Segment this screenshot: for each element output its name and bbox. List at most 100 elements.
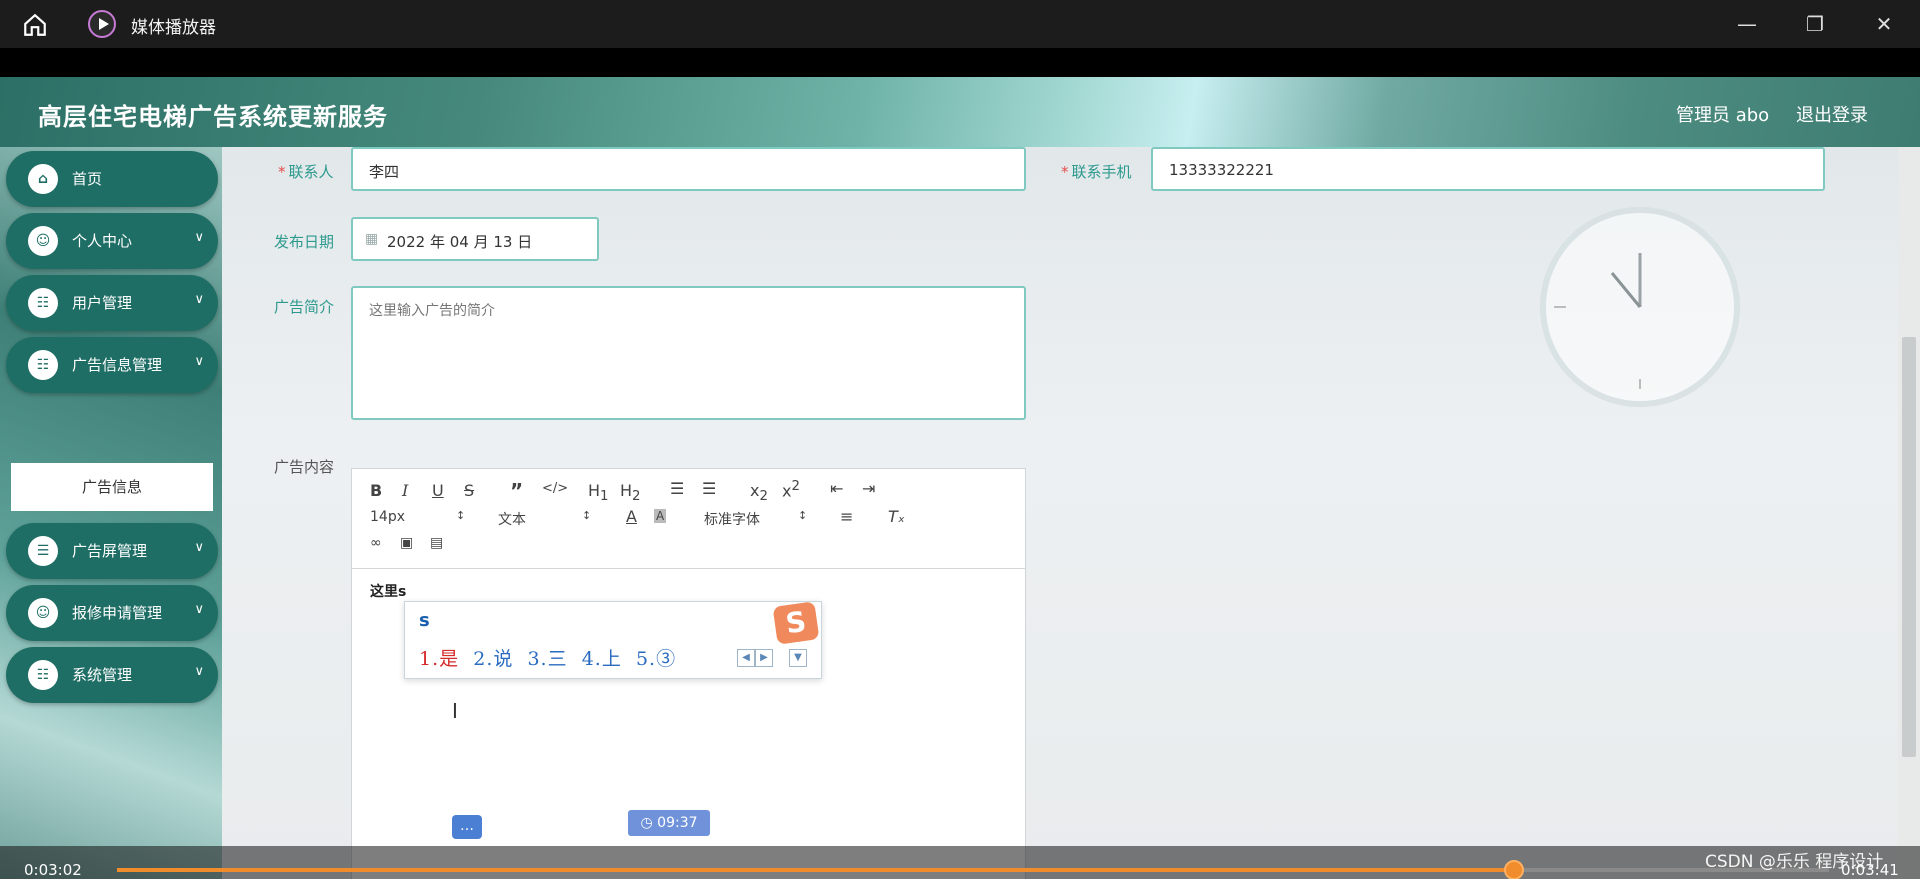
text-color-icon[interactable]: A: [626, 507, 637, 526]
chevron-down-icon: ∨: [194, 230, 204, 245]
text-cursor-icon: I: [452, 699, 458, 723]
clock-icon: ◷: [640, 815, 653, 831]
close-button[interactable]: ✕: [1870, 10, 1898, 38]
font-family-select[interactable]: 标准字体: [704, 509, 760, 529]
outdent-icon[interactable]: ⇤: [830, 479, 843, 498]
text-style-select[interactable]: 文本: [498, 509, 526, 529]
grid-icon: ☷: [28, 660, 58, 690]
ime-composition: s: [419, 610, 430, 631]
ime-candidate[interactable]: 1.是: [419, 648, 459, 670]
video-frame: 高层住宅电梯广告系统更新服务 管理员 abo 退出登录 ⌂ 首页 ☺ 个人中心 …: [0, 77, 1920, 879]
chevron-down-icon: ∨: [194, 602, 204, 617]
chevron-down-icon: ∨: [194, 292, 204, 307]
sidebar: ⌂ 首页 ☺ 个人中心 ∨ ☷ 用户管理 ∨ ☷ 广告信息管理 ∨ 广告信息 ☰…: [0, 147, 222, 879]
sidebar-item-label: 首页: [72, 170, 103, 188]
sidebar-item-label: 广告屏管理: [72, 542, 148, 560]
ime-candidate-window: s S 1.是 2.说 3.三 4.上 5.③ ◀ ▶ ▼: [404, 601, 822, 679]
sidebar-subitem-ad-info[interactable]: 广告信息: [11, 463, 213, 511]
date-value: 2022 年 04 月 13 日: [387, 233, 533, 251]
image-icon[interactable]: ▣: [400, 535, 413, 551]
ime-expand-icon[interactable]: ▼: [789, 649, 807, 667]
bullet-list-icon[interactable]: ☰: [702, 479, 716, 498]
sidebar-item-screen-management[interactable]: ☰ 广告屏管理 ∨: [6, 523, 218, 579]
intro-label: 广告简介: [274, 298, 335, 316]
code-icon[interactable]: </>: [542, 481, 568, 496]
sidebar-item-repair-management[interactable]: ☺ 报修申请管理 ∨: [6, 585, 218, 641]
seek-bar-played: [117, 868, 1514, 872]
contact-input[interactable]: 李四: [351, 147, 1026, 191]
ime-candidate[interactable]: 5.③: [636, 648, 676, 670]
title-bar: 媒体播放器 — ❐ ✕: [0, 0, 1920, 48]
watermark: CSDN @乐乐 程序设计: [1705, 852, 1884, 872]
ime-prev-icon[interactable]: ◀: [737, 649, 755, 667]
time-badge-value: 09:37: [657, 815, 698, 831]
chevron-down-icon: ∨: [194, 664, 204, 679]
background-color-icon[interactable]: A: [654, 509, 667, 523]
blockquote-icon[interactable]: ”: [510, 479, 523, 503]
italic-icon[interactable]: I: [402, 481, 408, 500]
chat-icon[interactable]: …: [452, 815, 482, 839]
app-title: 高层住宅电梯广告系统更新服务: [38, 103, 388, 131]
sidebar-item-label: 报修申请管理: [72, 604, 163, 622]
ime-next-icon[interactable]: ▶: [755, 649, 773, 667]
superscript-icon[interactable]: x2: [782, 479, 800, 500]
clear-format-icon[interactable]: Tₓ: [888, 507, 905, 526]
scrollbar-thumb[interactable]: [1902, 337, 1916, 757]
sidebar-item-system-management[interactable]: ☷ 系统管理 ∨: [6, 647, 218, 703]
editor-toolbar: B I U S ” </> H1 H2 ☰ ☰ x2 x2 ⇤ ⇥ 14px ↕…: [352, 469, 1025, 569]
align-icon[interactable]: ≡: [840, 507, 853, 526]
media-player-icon: [88, 10, 116, 38]
home-icon: ⌂: [28, 164, 58, 194]
user-icon: ☺: [28, 226, 58, 256]
app-header: 高层住宅电梯广告系统更新服务 管理员 abo 退出登录: [0, 77, 1920, 147]
video-letterbox: [0, 48, 1920, 77]
sidebar-item-ad-info-management[interactable]: ☷ 广告信息管理 ∨: [6, 337, 218, 393]
content-label: 广告内容: [274, 458, 335, 476]
seek-bar[interactable]: [117, 860, 1829, 879]
video-icon[interactable]: ▤: [430, 535, 443, 551]
intro-textarea[interactable]: 这里输入广告的简介: [351, 286, 1026, 420]
minimize-button[interactable]: —: [1733, 10, 1761, 38]
editor-content[interactable]: 这里s: [370, 581, 406, 601]
media-player-window: 媒体播放器 — ❐ ✕ 高层住宅电梯广告系统更新服务 管理员 abo 退出登录 …: [0, 0, 1920, 879]
bold-icon[interactable]: B: [370, 481, 382, 500]
phone-input[interactable]: 13333322221: [1151, 147, 1825, 191]
ordered-list-icon[interactable]: ☰: [670, 479, 684, 498]
time-badge: ◷ 09:37: [628, 810, 710, 836]
ime-candidate[interactable]: 3.三: [527, 648, 567, 670]
logout-link[interactable]: 退出登录: [1796, 101, 1868, 127]
sidebar-item-label: 用户管理: [72, 294, 133, 312]
home-icon[interactable]: [22, 12, 48, 38]
current-time: 0:03:02: [24, 861, 82, 879]
strikethrough-icon[interactable]: S: [464, 481, 474, 500]
contact-label: * 联系人: [278, 163, 334, 181]
date-picker[interactable]: ▦ 2022 年 04 月 13 日: [351, 217, 599, 261]
calendar-icon: ▦: [365, 231, 379, 247]
indent-icon[interactable]: ⇥: [862, 479, 875, 498]
sidebar-item-personal-center[interactable]: ☺ 个人中心 ∨: [6, 213, 218, 269]
subscript-icon[interactable]: x2: [750, 481, 768, 504]
text-style-caret-icon: ↕: [582, 509, 592, 522]
sidebar-item-label: 个人中心: [72, 232, 133, 250]
ime-candidate[interactable]: 4.上: [582, 648, 622, 670]
link-icon[interactable]: ∞: [370, 535, 382, 551]
ime-candidate[interactable]: 2.说: [473, 648, 513, 670]
font-size-select[interactable]: 14px: [370, 509, 405, 525]
user-icon: ☺: [28, 598, 58, 628]
header1-icon[interactable]: H1: [588, 481, 609, 504]
sidebar-item-user-management[interactable]: ☷ 用户管理 ∨: [6, 275, 218, 331]
sidebar-item-home[interactable]: ⌂ 首页: [6, 151, 218, 207]
admin-label: 管理员 abo: [1676, 105, 1770, 126]
seek-bar-handle[interactable]: [1503, 860, 1524, 879]
page-scrollbar[interactable]: [1898, 147, 1920, 879]
player-controls: [0, 846, 1920, 879]
sidebar-item-label: 系统管理: [72, 666, 133, 684]
restore-button[interactable]: ❐: [1801, 10, 1829, 38]
ime-logo-icon: S: [772, 601, 820, 645]
ime-candidates: 1.是 2.说 3.三 4.上 5.③: [419, 644, 676, 671]
underline-icon[interactable]: U: [432, 481, 444, 500]
list-icon: ☰: [28, 536, 58, 566]
font-size-caret-icon: ↕: [456, 509, 466, 522]
header2-icon[interactable]: H2: [620, 481, 641, 504]
font-family-caret-icon: ↕: [798, 509, 808, 522]
